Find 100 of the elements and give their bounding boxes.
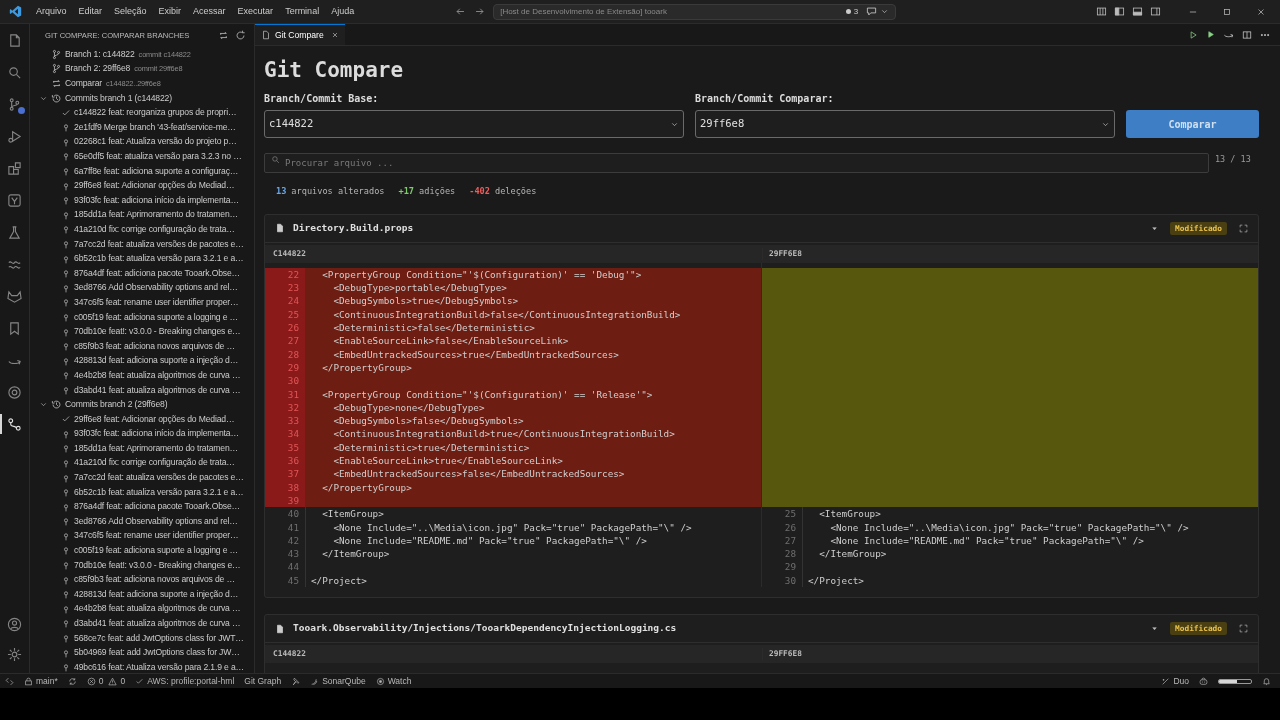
commit-item[interactable]: c005f19 feat: adiciona suporte a logging e … (30, 543, 254, 558)
tree-group-header[interactable]: Commits branch 1 (c144822) (30, 90, 254, 106)
flask-icon[interactable] (7, 224, 22, 240)
split-editor-icon[interactable] (1242, 29, 1252, 40)
commit-item[interactable]: c005f19 feat: adiciona suporte a logging e … (30, 309, 254, 325)
commit-item[interactable]: 29ff6e8 feat: Adicionar opções do Mediad… (30, 411, 254, 427)
commit-item[interactable]: 185dd1a feat: Aprimoramento do tratamen… (30, 207, 254, 223)
compare-icon[interactable] (7, 416, 22, 432)
bell-icon[interactable] (1262, 676, 1271, 686)
commit-item[interactable]: 41a210d fix: corrige configuração de trata… (30, 455, 254, 471)
command-center[interactable]: [Host de Desenvolvimento de Extensão] tooark 3 (493, 3, 897, 20)
commit-item[interactable]: 347c6f5 feat: rename user identifier proper… (30, 295, 254, 310)
status-item[interactable]: main* (36, 674, 58, 688)
duo-icon[interactable] (1161, 676, 1171, 686)
commit-item[interactable]: 6a7ff8e feat: adiciona suporte a configuraç… (30, 163, 254, 179)
forward-arrow-icon[interactable] (474, 6, 486, 17)
commit-item[interactable]: 185dd1a feat: Aprimoramento do tratamen… (30, 441, 254, 456)
status-item[interactable]: AWS: profile:portal-hml (147, 674, 235, 688)
fullscreen-icon[interactable] (1239, 223, 1248, 233)
layout-icon[interactable] (1150, 6, 1161, 17)
files-icon[interactable] (7, 32, 22, 48)
commit-item[interactable]: 6b52c1b feat: atualiza versão para 3.2.1 e a… (30, 251, 254, 266)
commit-item[interactable]: d3abd41 feat: atualiza algoritmos de curva … (30, 616, 254, 631)
commit-item[interactable]: 41a210d fix: corrige configuração de trata… (30, 222, 254, 237)
extensions-icon[interactable] (7, 160, 22, 176)
editor-tab[interactable]: Git Compare (255, 24, 345, 45)
commit-item[interactable]: 428813d feat: adiciona suporte a injeção d… (30, 353, 254, 369)
source-control-icon[interactable] (7, 96, 22, 112)
account-icon[interactable] (7, 616, 22, 632)
status-item[interactable]: Duo (1173, 674, 1189, 688)
commit-item[interactable]: 93f03fc feat: adiciona início da implementa… (30, 426, 254, 442)
collapse-caret-icon[interactable] (1151, 224, 1159, 232)
error-icon[interactable] (86, 676, 96, 686)
refresh-icon[interactable] (235, 30, 246, 41)
commit-item[interactable]: 70db10e feat!: v3.0.0 - Breaking changes e… (30, 324, 254, 339)
commit-item[interactable]: d3abd41 feat: atualiza algoritmos de curva … (30, 382, 254, 398)
chat-icon[interactable] (866, 6, 878, 17)
commit-item[interactable]: 02268c1 feat: Atualiza versão do projeto p… (30, 134, 254, 150)
menu-item[interactable]: Exibir (152, 4, 188, 19)
menu-item[interactable]: Seleção (108, 4, 153, 19)
menu-item[interactable]: Arquivo (30, 4, 73, 19)
lock-icon[interactable] (24, 676, 33, 686)
status-item[interactable]: 0 (120, 674, 126, 688)
commit-item[interactable]: 347c6f5 feat: rename user identifier proper… (30, 528, 254, 544)
remote-icon[interactable] (5, 676, 14, 686)
menu-item[interactable]: Executar (231, 4, 280, 19)
run-icon[interactable] (1188, 29, 1198, 40)
warning-icon[interactable] (108, 676, 118, 686)
commit-item[interactable]: 7a7cc2d feat: atualiza versões de pacotes e… (30, 236, 254, 252)
commit-item[interactable]: 428813d feat: adiciona suporte a injeção d… (30, 586, 254, 602)
chevron-down-icon[interactable] (880, 7, 890, 16)
check-icon[interactable] (135, 676, 145, 686)
play-icon[interactable] (1206, 30, 1215, 39)
maximize-icon[interactable] (1222, 6, 1232, 17)
commit-item[interactable]: 70db10e feat!: v3.0.0 - Breaking changes e… (30, 557, 254, 573)
commit-item[interactable]: 4e4b2b8 feat: atualiza algoritmos de curva … (30, 368, 254, 383)
bookmark-icon[interactable] (7, 320, 22, 336)
back-arrow-icon[interactable] (455, 6, 467, 17)
layout-icon[interactable] (1132, 6, 1143, 17)
collapse-caret-icon[interactable] (1151, 625, 1159, 632)
copilot-icon[interactable] (1199, 676, 1208, 686)
status-item[interactable]: Watch (387, 674, 412, 688)
commit-item[interactable]: 7a7cc2d feat: atualiza versões de pacotes e… (30, 470, 254, 485)
box-icon[interactable] (7, 192, 22, 208)
commit-item[interactable]: 3ed8766 Add Observability options and rel… (30, 280, 254, 296)
commit-item[interactable]: c85f9b3 feat: adiciona novos arquivos de … (30, 338, 254, 354)
search-field[interactable]: Procurar arquivo ... (264, 153, 1209, 173)
search-icon[interactable] (7, 64, 22, 80)
status-item[interactable]: SonarQube (322, 674, 366, 688)
fullscreen-icon[interactable] (1239, 624, 1248, 633)
layout-icon[interactable] (1096, 6, 1107, 17)
sync-icon[interactable] (67, 676, 77, 686)
commit-item[interactable]: c144822 feat: reorganiza grupos de propri… (30, 105, 254, 120)
commit-item[interactable]: c85f9b3 feat: adiciona novos arquivos de … (30, 572, 254, 587)
commit-item[interactable]: 65e0df5 feat: atualiza versão para 3.2.3 no … (30, 149, 254, 164)
commit-item[interactable]: 49bc616 feat: Atualiza versão para 2.1.9 e a… (30, 659, 254, 673)
status-item[interactable]: 0 (98, 674, 104, 688)
close-icon[interactable] (1256, 6, 1266, 17)
menu-item[interactable]: Acessar (187, 4, 232, 19)
eye-icon[interactable] (375, 676, 385, 686)
run-icon[interactable] (7, 128, 22, 144)
swap-icon[interactable] (218, 30, 229, 41)
menu-item[interactable]: Editar (72, 4, 109, 19)
commit-item[interactable]: 876a4df feat: adiciona pacote Tooark.Obse… (30, 265, 254, 281)
sonar-icon[interactable] (310, 676, 320, 686)
menu-item[interactable]: Terminal (279, 4, 326, 19)
menu-item[interactable]: Ajuda (325, 4, 361, 19)
commit-item[interactable]: 6b52c1b feat: atualiza versão para 3.2.1 e a… (30, 484, 254, 500)
commit-item[interactable]: 2e1fdf9 Merge branch '43-feat/service-me… (30, 119, 254, 135)
layout-icon[interactable] (1114, 6, 1125, 17)
commit-item[interactable]: 4e4b2b8 feat: atualiza algoritmos de curva … (30, 601, 254, 617)
fox-icon[interactable] (7, 288, 22, 304)
tree-group-header[interactable]: Commits branch 2 (29ff6e8) (30, 397, 254, 412)
close-icon[interactable] (330, 31, 339, 39)
branch-select[interactable]: 29ff6e8 (695, 110, 1115, 138)
commit-item[interactable]: 3ed8766 Add Observability options and rel… (30, 514, 254, 529)
commit-item[interactable]: 5b04969 feat: add JwtOptions class for JW… (30, 645, 254, 660)
commit-item[interactable]: 93f03fc feat: adiciona início da implementa… (30, 192, 254, 208)
status-item[interactable]: Git Graph (244, 674, 282, 688)
branch-select[interactable]: c144822 (264, 110, 684, 138)
